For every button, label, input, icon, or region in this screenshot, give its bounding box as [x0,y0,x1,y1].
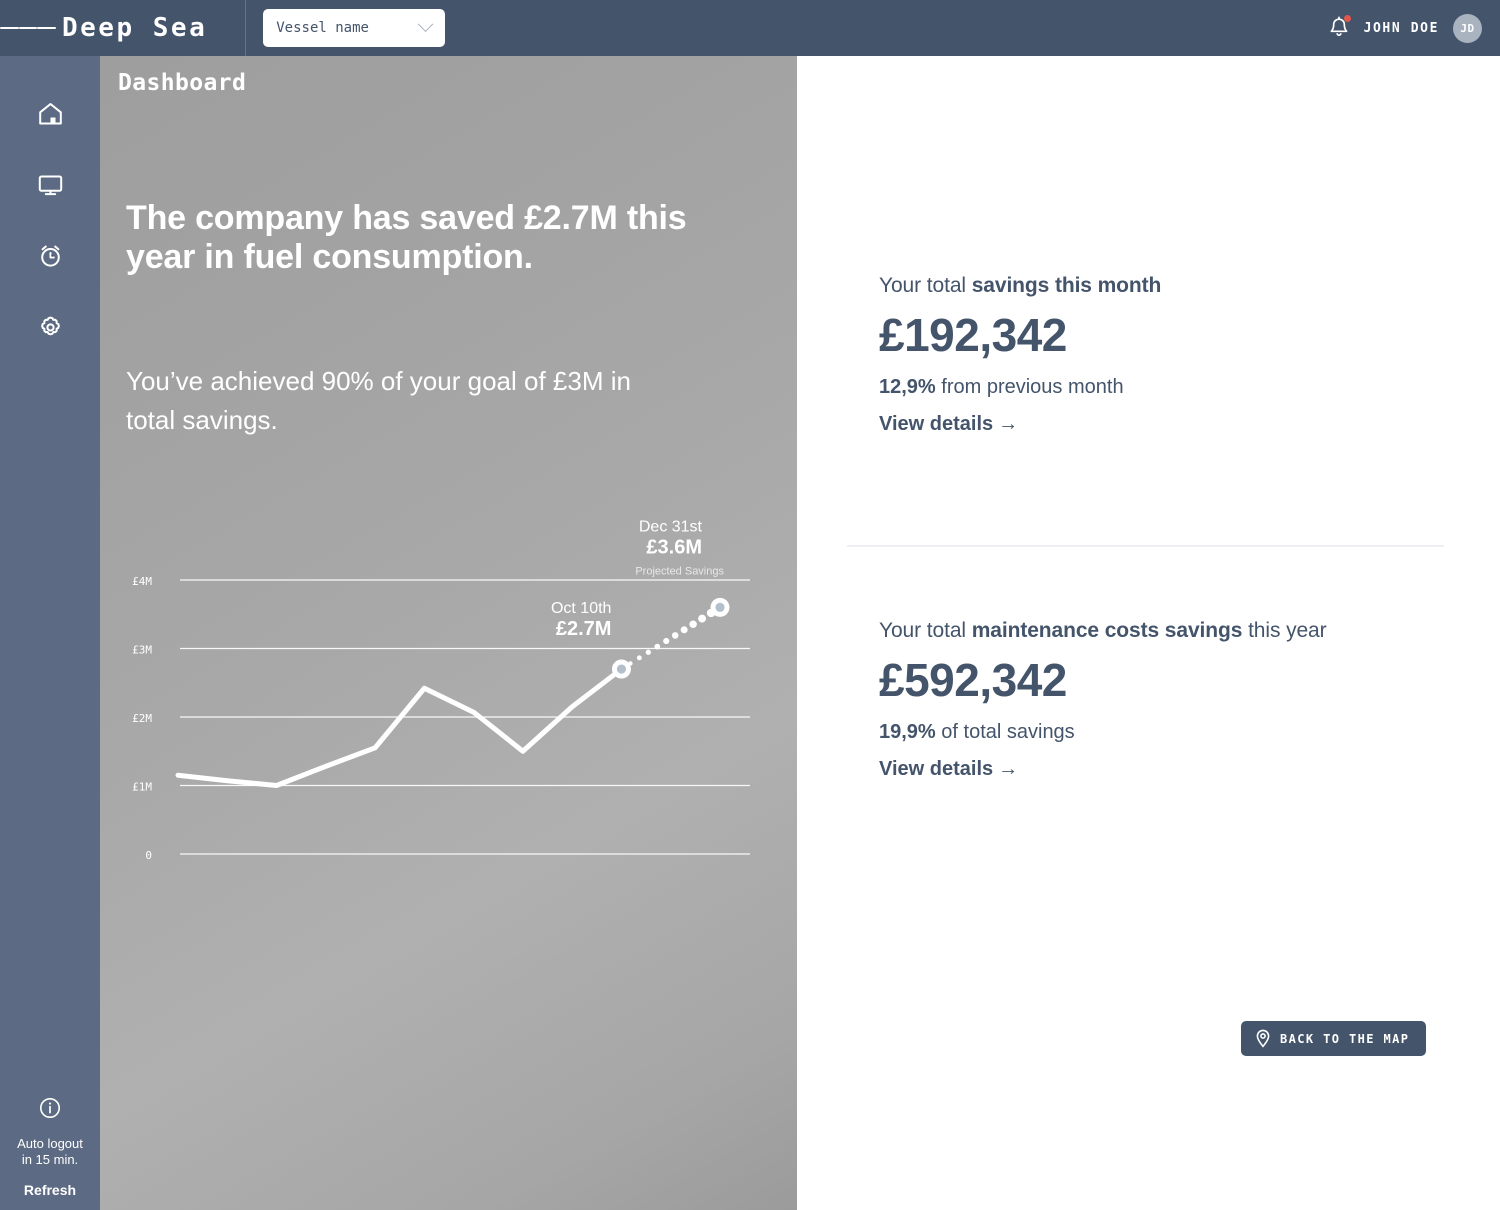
user-name: JOHN DOE [1363,20,1439,36]
vessel-name-select[interactable]: Vessel name [263,9,446,47]
card-delta-text: from previous month [935,376,1124,398]
alarm-clock-icon [40,245,60,267]
y-axis-tick-label: £1M [132,781,152,794]
hero-subtext: You’ve achieved 90% of your goal of £3M … [126,366,631,435]
topbar-divider [245,0,247,56]
brand-logo: Deep Sea [62,13,208,43]
card-label-bold: savings this month [971,274,1162,297]
card-value: £592,342 [879,654,1067,706]
monitor-icon [38,175,62,195]
info-circle-icon [39,1097,61,1124]
hamburger-line [0,26,19,30]
annotation-date: Dec 31st [639,518,703,535]
sidebar-item-alarm[interactable] [0,220,100,291]
card-delta-text: of total savings [935,721,1075,743]
notification-badge [1343,15,1351,22]
hero-panel: Dashboard The company has saved £2.7M th… [100,56,797,1210]
arrow-right-icon: → [998,413,1019,435]
data-point-marker-core [715,602,725,612]
annotation-value: £2.7M [556,618,612,640]
card-label-prefix: Your total [879,274,972,297]
auto-logout-line-2: in 15 min. [21,1152,79,1167]
card-label-prefix: Your total [879,619,972,642]
projection-dot [689,620,697,628]
sidebar-nav [0,78,100,362]
projection-dot [654,643,661,650]
page-title: Dashboard [118,70,247,96]
y-axis-tick-label: £3M [132,644,152,657]
card-delta-percent: 19,9% [879,721,936,743]
savings-this-month-card: Your total savings this month £192,342 1… [879,274,1479,436]
hamburger-line [37,26,57,30]
sidebar-footer: Auto logout in 15 min. Refresh [0,1097,100,1198]
refresh-link[interactable]: Refresh [24,1182,76,1198]
projection-dot [671,632,679,639]
sidebar-item-home[interactable] [0,78,100,149]
info-glyph [40,1098,60,1118]
sidebar-item-settings[interactable] [0,291,100,362]
topbar-right-group: JOHN DOE JD [1328,13,1482,43]
hamburger-line [18,26,38,30]
top-bar: Deep Sea Vessel name JOHN DOE JD [0,0,1500,56]
maintenance-savings-card: Your total maintenance costs savings thi… [879,619,1479,781]
projection-dot [680,626,688,634]
card-delta: 12,9% from previous month [879,376,1479,399]
card-label-suffix: this year [1242,619,1327,642]
view-details-link[interactable]: View details → [879,413,1479,436]
app-root: Deep Sea Vessel name JOHN DOE JD Auto lo… [0,0,1500,1210]
card-delta: 19,9% of total savings [879,721,1479,744]
sidebar: Auto logout in 15 min. Refresh [0,56,100,1210]
y-axis-tick-label: £4M [132,575,152,588]
view-details-label: View details [879,758,994,780]
y-axis-tick-label: 0 [145,849,152,862]
map-pin-icon [1256,1029,1270,1048]
view-details-label: View details [879,413,994,435]
home-icon [38,102,62,124]
back-to-map-button[interactable]: BACK TO THE MAP [1241,1021,1426,1056]
projection-dot [636,655,642,661]
actual-savings-line [175,666,624,788]
savings-line-chart: £4M£3M£2M£1M0JanFebMarAprMayJunJulAugSep… [100,480,797,880]
back-to-map-label: BACK TO THE MAP [1280,1031,1410,1046]
annotation-sublabel: Projected Savings [635,565,724,577]
sidebar-item-monitor[interactable] [0,149,100,220]
hamburger-icon[interactable] [0,0,57,56]
y-axis-tick-label: £2M [132,712,152,725]
projection-dot [663,637,670,645]
card-label-bold: maintenance costs savings [971,619,1243,642]
card-delta-percent: 12,9% [879,376,936,398]
auto-logout-text: Auto logout in 15 min. [17,1136,83,1168]
card-value: £192,342 [879,309,1067,361]
avatar[interactable]: JD [1453,13,1482,43]
vessel-name-value: Vessel name [276,20,369,36]
view-details-link[interactable]: View details → [879,758,1479,781]
card-label: Your total maintenance costs savings thi… [879,619,1479,643]
hero-headline: The company has saved £2.7M this year in… [126,199,687,276]
chevron-down-icon [417,15,434,32]
bell-icon[interactable] [1328,15,1351,40]
annotation-value: £3.6M [646,536,702,558]
gear-icon [40,316,60,335]
data-point-marker-core [616,664,627,674]
projection-dot [645,649,651,655]
auto-logout-line-1: Auto logout [17,1136,83,1151]
card-divider [847,545,1444,547]
card-label: Your total savings this month [879,274,1479,298]
projection-dot [698,614,707,623]
arrow-right-icon: → [998,758,1019,780]
chart-svg: £4M£3M£2M£1M0JanFebMarAprMayJunJulAugSep… [132,518,750,862]
annotation-date: Oct 10th [551,600,611,617]
